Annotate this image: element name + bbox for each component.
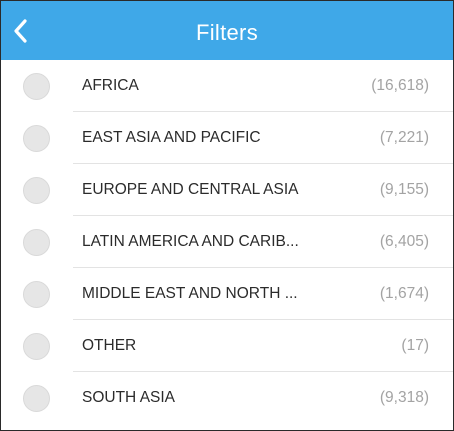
filter-item-latin-america[interactable]: LATIN AMERICA AND CARIB... (6,405) — [1, 216, 453, 268]
filter-count: (7,221) — [379, 129, 429, 146]
filter-count: (9,155) — [379, 181, 429, 198]
header-bar: Filters — [1, 1, 453, 60]
filter-count: (6,405) — [379, 233, 429, 250]
filters-screen: Filters AFRICA (16,618) EAST ASIA AND PA… — [0, 0, 454, 431]
filter-item-europe-central-asia[interactable]: EUROPE AND CENTRAL ASIA (9,155) — [1, 164, 453, 216]
radio-button[interactable] — [23, 124, 50, 152]
filter-count: (17) — [401, 337, 429, 354]
radio-button[interactable] — [23, 176, 50, 204]
filter-list: AFRICA (16,618) EAST ASIA AND PACIFIC (7… — [1, 60, 453, 424]
filter-item-south-asia[interactable]: SOUTH ASIA (9,318) — [1, 372, 453, 424]
filter-count: (16,618) — [371, 77, 429, 94]
back-button[interactable] — [13, 1, 53, 60]
filter-count: (9,318) — [379, 389, 429, 406]
filter-label: MIDDLE EAST AND NORTH ... — [82, 285, 298, 302]
filter-item-east-asia-pacific[interactable]: EAST ASIA AND PACIFIC (7,221) — [1, 112, 453, 164]
filter-label: OTHER — [82, 337, 137, 354]
filter-label: AFRICA — [82, 77, 139, 94]
page-title: Filters — [196, 19, 258, 45]
radio-button[interactable] — [23, 72, 50, 100]
filter-item-other[interactable]: OTHER (17) — [1, 320, 453, 372]
filter-label: EAST ASIA AND PACIFIC — [82, 129, 261, 146]
radio-button[interactable] — [23, 280, 50, 308]
filter-item-africa[interactable]: AFRICA (16,618) — [1, 60, 453, 112]
radio-button[interactable] — [23, 332, 50, 360]
filter-item-middle-east[interactable]: MIDDLE EAST AND NORTH ... (1,674) — [1, 268, 453, 320]
chevron-left-icon — [14, 18, 27, 43]
filter-label: LATIN AMERICA AND CARIB... — [82, 233, 299, 250]
filter-label: SOUTH ASIA — [82, 389, 176, 406]
filter-label: EUROPE AND CENTRAL ASIA — [82, 181, 299, 198]
radio-button[interactable] — [23, 228, 50, 256]
radio-button[interactable] — [23, 384, 50, 412]
filter-count: (1,674) — [379, 285, 429, 302]
